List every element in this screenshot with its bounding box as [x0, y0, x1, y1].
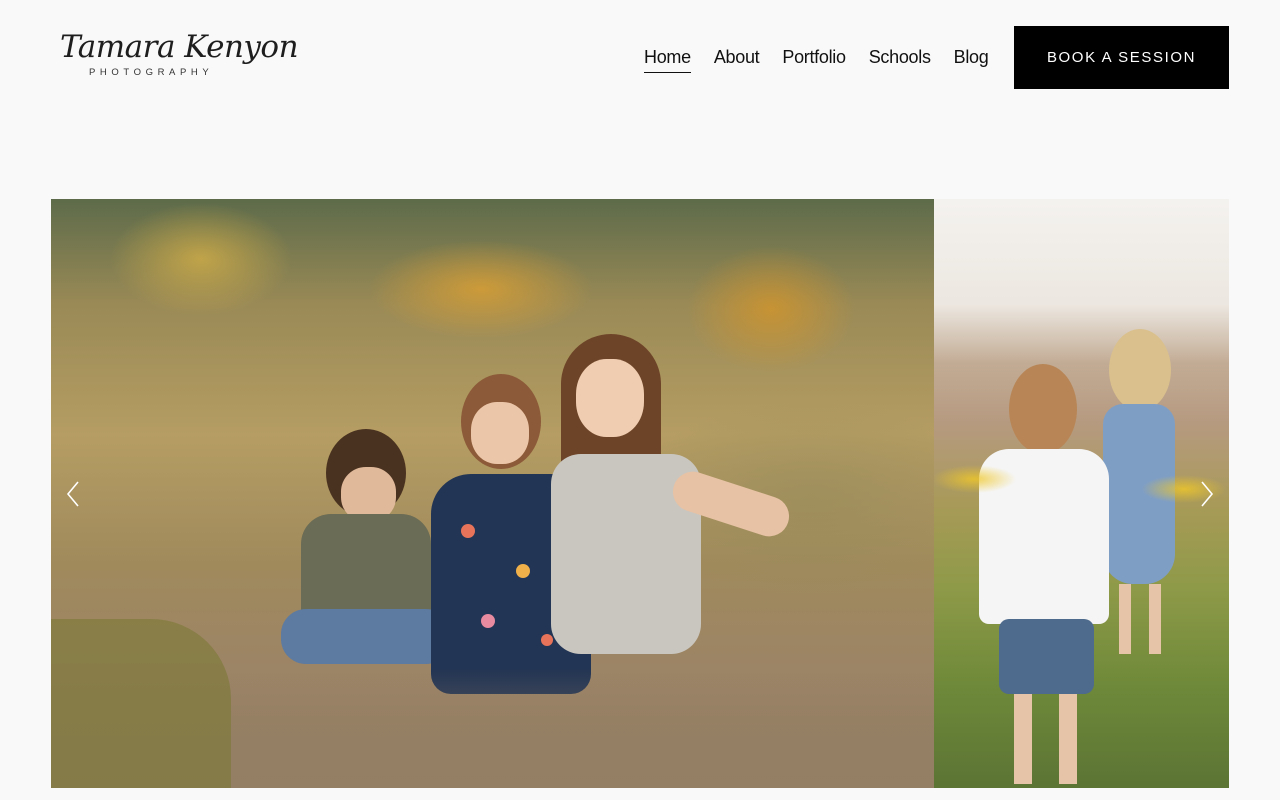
nav-item-schools[interactable]: Schools — [869, 45, 931, 73]
slideshow-prev-button[interactable] — [53, 469, 93, 519]
nav-item-home[interactable]: Home — [644, 45, 691, 73]
nav-item-blog[interactable]: Blog — [954, 45, 989, 73]
chevron-left-icon — [66, 481, 80, 507]
site-header: Tamara Kenyon PHOTOGRAPHY Home About Por… — [0, 0, 1280, 115]
nav-item-about[interactable]: About — [714, 45, 760, 73]
chevron-right-icon — [1200, 481, 1214, 507]
photo-slideshow — [51, 199, 1229, 788]
slide-photo-children-walking — [934, 199, 1229, 788]
figure-walking-boy — [959, 364, 1129, 788]
nav-item-portfolio[interactable]: Portfolio — [782, 45, 846, 73]
slideshow-next-button[interactable] — [1187, 469, 1227, 519]
logo-subtitle: PHOTOGRAPHY — [89, 67, 214, 78]
figure-older-girl — [531, 334, 795, 654]
slide-photo-children-laughing — [51, 199, 934, 788]
main-nav: Home About Portfolio Schools Blog — [644, 45, 989, 73]
site-logo[interactable]: Tamara Kenyon PHOTOGRAPHY — [60, 30, 299, 82]
logo-script-text: Tamara Kenyon — [60, 29, 299, 65]
book-session-button[interactable]: BOOK A SESSION — [1014, 26, 1229, 89]
